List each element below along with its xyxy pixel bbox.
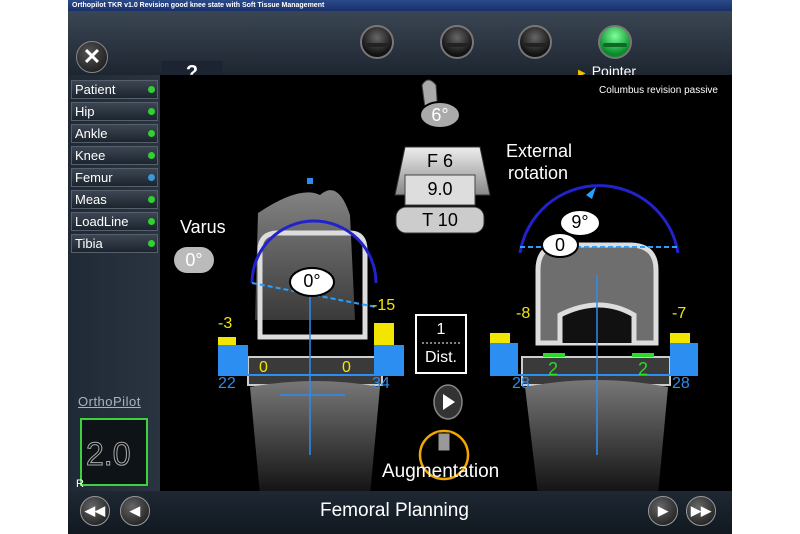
sidebar-item-tibia[interactable]: Tibia [71, 234, 158, 253]
right-knee-right-bar [670, 343, 698, 375]
sidebar-item-meas[interactable]: Meas [71, 190, 158, 209]
sidebar-item-hip[interactable]: Hip [71, 102, 158, 121]
femur-implant-size: F 6 [426, 151, 453, 171]
tool-disc-1-icon[interactable] [360, 25, 394, 59]
app-window: Orthopilot TKR v1.0 Revision good knee s… [68, 0, 732, 534]
right-top-left-value: -8 [516, 305, 531, 322]
rotation-zero: 0 [554, 235, 565, 255]
augmentation-label: Augmentation [382, 461, 500, 482]
right-contact-right [632, 353, 654, 357]
left-bottom-right-value: 34 [372, 375, 390, 392]
top-toolbar: ✕ ? ▶ Pointer [68, 11, 732, 86]
right-bottom-left-value: 28 [512, 375, 530, 392]
window-title: Orthopilot TKR v1.0 Revision good knee s… [68, 0, 732, 11]
status-dot-icon [148, 86, 155, 93]
augmentation-block-icon [437, 432, 451, 452]
tibia-implant-size: T 10 [422, 210, 458, 230]
planning-graphic [218, 79, 698, 495]
left-knee-graphic [218, 178, 404, 495]
version-box: 2.0 [80, 418, 148, 486]
double-left-arrow-icon: ◀◀ [85, 503, 105, 518]
sidebar-item-loadline[interactable]: LoadLine [71, 212, 158, 231]
mode-label: Columbus revision passive [599, 85, 718, 96]
right-arrow-icon: ▶ [658, 503, 668, 518]
status-dot-icon [148, 174, 155, 181]
double-right-arrow-icon: ▶▶ [691, 503, 711, 518]
sidebar-item-ankle[interactable]: Ankle [71, 124, 158, 143]
right-knee-left-bar [490, 343, 518, 375]
rotation-marker-icon [586, 187, 596, 199]
sidebar-item-label: Ankle [75, 126, 108, 141]
distal-label: Dist. [425, 349, 457, 366]
right-inner-left-value: 2 [548, 359, 559, 379]
next-button[interactable]: ▶ [648, 496, 678, 526]
left-tibia-bone [250, 381, 380, 495]
left-inner-right-value: 0 [342, 359, 351, 376]
distal-value: 1 [436, 321, 446, 338]
left-insert [247, 356, 383, 386]
fast-forward-button[interactable]: ▶▶ [686, 496, 716, 526]
status-dot-icon [148, 152, 155, 159]
sidebar-item-label: Meas [75, 192, 107, 207]
status-dot-icon [148, 108, 155, 115]
left-bottom-left-value: 22 [218, 375, 236, 392]
varus-label: Varus [180, 217, 226, 237]
varus-value: 0° [174, 247, 214, 273]
right-gap-bar [374, 345, 404, 375]
right-knee-graphic [490, 184, 698, 495]
orthopilot-logo: OrthoPilot [78, 394, 141, 409]
right-contact-left [543, 353, 565, 357]
sidebar-item-label: Knee [75, 148, 106, 163]
sidebar-item-patient[interactable]: Patient [71, 80, 158, 99]
rotation-value: 9° [571, 212, 589, 232]
external-rotation-label-1: External [506, 141, 573, 161]
left-inner-left-value: 0 [259, 359, 268, 376]
fast-back-button[interactable]: ◀◀ [80, 496, 110, 526]
left-marker-icon [307, 178, 313, 184]
sidebar-item-label: Hip [75, 104, 95, 119]
sidebar-item-femur[interactable]: Femur [71, 168, 158, 187]
sagittal-graphic [394, 79, 491, 481]
sidebar-item-label: Patient [75, 82, 116, 97]
side-indicator: R [76, 478, 84, 490]
sidebar-item-label: Femur [75, 170, 113, 185]
external-rotation-label-2: rotation [508, 163, 569, 183]
sidebar-item-label: Tibia [75, 236, 103, 251]
right-bottom-right-value: 28 [672, 375, 690, 392]
status-dot-icon [148, 240, 155, 247]
left-top-right-value: -15 [372, 297, 396, 314]
left-top-left-value: -3 [218, 315, 233, 332]
right-top-right-value: -7 [672, 305, 687, 322]
left-joint-angle: 0° [303, 271, 321, 291]
sidebar-item-knee[interactable]: Knee [71, 146, 158, 165]
pointer-disc-icon[interactable] [598, 25, 632, 59]
insert-size: 9.0 [427, 179, 453, 199]
left-gap-bar [218, 345, 248, 375]
main-viewport: Columbus revision passive Varus 0° Exter… [160, 75, 732, 495]
flexion-value: 6° [431, 105, 449, 125]
right-inner-right-value: 2 [638, 359, 649, 379]
left-arrow-icon: ◀ [130, 503, 140, 518]
tool-disc-3-icon[interactable] [518, 25, 552, 59]
status-dot-icon [148, 196, 155, 203]
status-dot-icon [148, 130, 155, 137]
back-button[interactable]: ◀ [120, 496, 150, 526]
status-dot-icon [148, 218, 155, 225]
page-title: Femoral Planning [320, 500, 469, 521]
tool-disc-2-icon[interactable] [440, 25, 474, 59]
version-number: 2.0 [85, 436, 131, 473]
sidebar-item-label: LoadLine [75, 214, 129, 229]
close-button[interactable]: ✕ [76, 41, 108, 73]
